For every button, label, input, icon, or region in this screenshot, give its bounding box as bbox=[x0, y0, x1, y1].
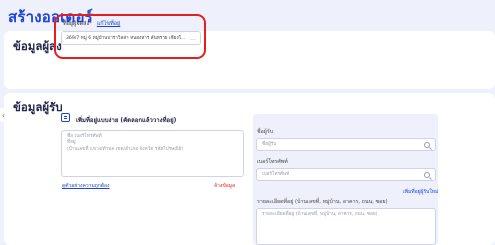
paste-placeholder-line: (บ้านเลขที่ แขวง/ตำบล เขต/อำเภอ จังหวัด … bbox=[67, 146, 184, 152]
receiver-phone-label: เบอร์โทรศัพท์ bbox=[257, 159, 288, 165]
receiver-section-title: ข้อมูลผู้รับ bbox=[13, 100, 63, 114]
address-detail-label: รายละเอียดที่อยู่ (บ้านเลขที่, หมู่บ้าน,… bbox=[257, 199, 388, 205]
receiver-phone-input[interactable]: เบอร์โทรศัพท์ bbox=[256, 168, 436, 181]
receiver-name-input[interactable]: ชื่อผู้รับ bbox=[256, 138, 436, 151]
edit-address-link[interactable]: แก้ไขที่อยู่ bbox=[97, 21, 121, 27]
quick-add-title: เพิ่มที่อยู่แบบง่าย (คัดลอกแล้ววางที่อยู… bbox=[76, 117, 177, 124]
example-link[interactable]: ดูตัวอย่างความถูกต้อง bbox=[62, 182, 110, 190]
search-icon[interactable] bbox=[424, 141, 430, 148]
clear-button[interactable]: ล้างข้อมูล bbox=[214, 182, 235, 190]
receiver-phone-placeholder: เบอร์โทรศัพท์ bbox=[262, 172, 290, 177]
clipboard-icon bbox=[61, 113, 70, 122]
receiver-name-label: ชื่อผู้รับ bbox=[257, 129, 274, 135]
receiver-name-placeholder: ชื่อผู้รับ bbox=[262, 142, 277, 147]
sender-address-label: ที่อยู่ผู้จัดส่ง* แก้ไขที่อยู่ bbox=[63, 20, 120, 28]
address-detail-placeholder: รายละเอียดที่อยู่ (บ้านเลขที่, หมู่บ้าน,… bbox=[262, 212, 378, 217]
required-mark: * bbox=[89, 21, 92, 27]
search-icon[interactable] bbox=[424, 171, 430, 178]
add-new-receiver-link[interactable]: เพิ่มที่อยู่ผู้รับใหม่ bbox=[403, 188, 438, 196]
sender-address-select[interactable]: 369/7 หมู่ 6 หมู่บ้านบาราวิลล่า หนองหาร … bbox=[61, 31, 201, 45]
sender-address-value: 369/7 หมู่ 6 หมู่บ้านบาราวิลล่า หนองหาร … bbox=[66, 35, 186, 41]
sender-label-text: ที่อยู่ผู้จัดส่ง bbox=[63, 21, 90, 27]
address-detail-textarea[interactable]: รายละเอียดที่อยู่ (บ้านเลขที่, หมู่บ้าน,… bbox=[256, 208, 436, 245]
more-dots-icon[interactable]: … bbox=[190, 35, 196, 42]
paste-address-textarea[interactable]: ชื่อ เบอร์โทรศัพท์ ที่อยู่ (บ้านเลขที่ แ… bbox=[61, 130, 244, 177]
